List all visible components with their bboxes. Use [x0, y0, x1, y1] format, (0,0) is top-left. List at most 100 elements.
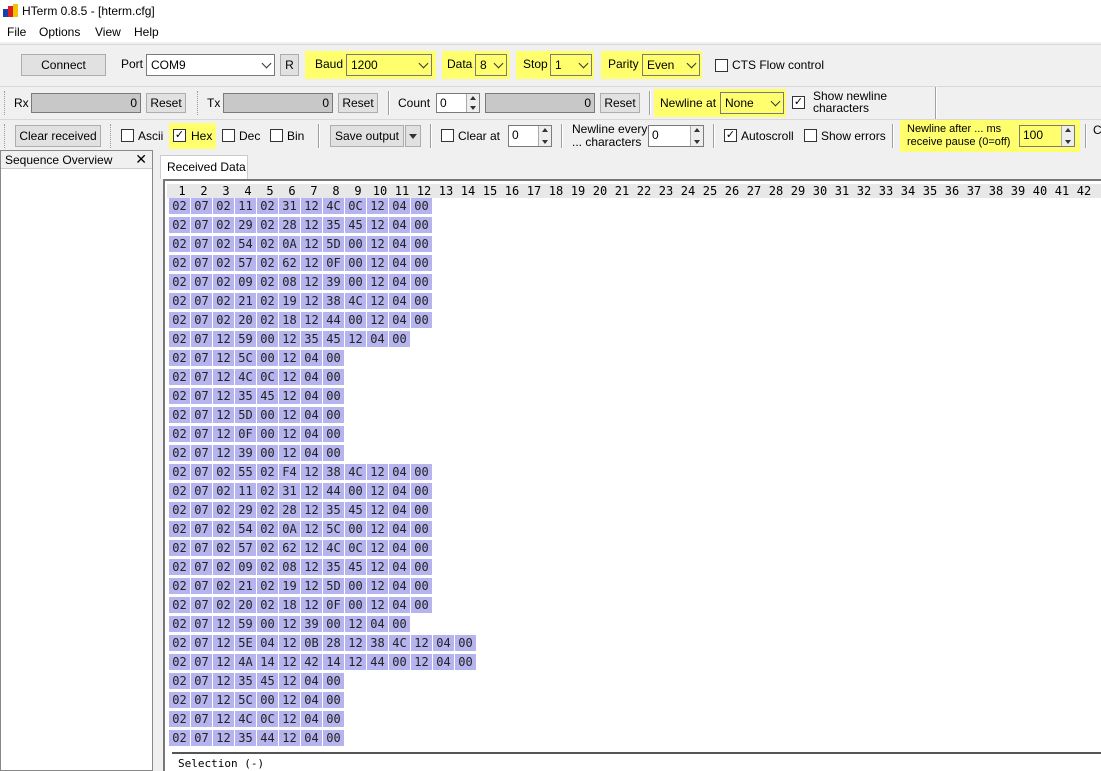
byte-cell[interactable]: 02 — [169, 445, 190, 461]
byte-cell[interactable]: 02 — [257, 483, 278, 499]
byte-cell[interactable]: 02 — [169, 654, 190, 670]
byte-cell[interactable]: 00 — [323, 407, 344, 423]
byte-cell[interactable]: 0C — [345, 198, 366, 214]
byte-cell[interactable]: 00 — [345, 578, 366, 594]
byte-cell[interactable]: 00 — [411, 483, 432, 499]
byte-cell[interactable]: 59 — [235, 616, 256, 632]
byte-cell[interactable]: 12 — [345, 635, 366, 651]
byte-cell[interactable]: 04 — [257, 635, 278, 651]
byte-cell[interactable]: 00 — [389, 331, 410, 347]
byte-cell[interactable]: 00 — [411, 198, 432, 214]
byte-cell[interactable]: 07 — [191, 426, 212, 442]
byte-cell[interactable]: 5C — [235, 350, 256, 366]
byte-cell[interactable]: 04 — [367, 331, 388, 347]
byte-cell[interactable]: 12 — [213, 331, 234, 347]
data-bits-select[interactable]: 8 — [475, 54, 507, 76]
byte-cell[interactable]: 5D — [323, 236, 344, 252]
byte-cell[interactable]: 4C — [323, 540, 344, 556]
byte-cell[interactable]: 4C — [323, 198, 344, 214]
byte-cell[interactable]: 0B — [301, 635, 322, 651]
byte-cell[interactable]: 12 — [367, 540, 388, 556]
byte-cell[interactable]: 12 — [279, 388, 300, 404]
toolbar-grip[interactable] — [4, 91, 7, 115]
byte-cell[interactable]: 04 — [389, 540, 410, 556]
byte-cell[interactable]: 04 — [389, 293, 410, 309]
byte-cell[interactable]: 12 — [213, 711, 234, 727]
rx-reset-button[interactable]: Reset — [146, 93, 186, 113]
byte-cell[interactable]: 12 — [213, 692, 234, 708]
byte-cell[interactable]: 00 — [345, 312, 366, 328]
byte-cell[interactable]: 04 — [301, 369, 322, 385]
byte-cell[interactable]: 07 — [191, 198, 212, 214]
byte-cell[interactable]: 04 — [389, 597, 410, 613]
byte-cell[interactable]: 00 — [411, 597, 432, 613]
byte-cell[interactable]: 12 — [301, 521, 322, 537]
cts-checkbox[interactable] — [715, 59, 728, 72]
byte-cell[interactable]: 4C — [345, 293, 366, 309]
byte-cell[interactable]: 00 — [257, 445, 278, 461]
byte-cell[interactable]: 04 — [301, 350, 322, 366]
byte-cell[interactable]: 35 — [323, 217, 344, 233]
byte-cell[interactable]: 02 — [169, 578, 190, 594]
byte-cell[interactable]: 02 — [169, 483, 190, 499]
byte-cell[interactable]: 00 — [411, 578, 432, 594]
dec-checkbox[interactable] — [222, 129, 235, 142]
byte-cell[interactable]: 12 — [279, 692, 300, 708]
bin-checkbox[interactable] — [270, 129, 283, 142]
byte-cell[interactable]: 00 — [323, 616, 344, 632]
byte-cell[interactable]: 12 — [367, 274, 388, 290]
byte-cell[interactable]: 0C — [345, 540, 366, 556]
byte-cell[interactable]: 00 — [411, 521, 432, 537]
close-icon[interactable]: ✕ — [135, 151, 147, 168]
byte-cell[interactable]: 00 — [411, 217, 432, 233]
byte-cell[interactable]: 08 — [279, 559, 300, 575]
byte-cell[interactable]: 04 — [301, 673, 322, 689]
byte-cell[interactable]: 4C — [389, 635, 410, 651]
byte-cell[interactable]: 12 — [301, 464, 322, 480]
byte-cell[interactable]: 07 — [191, 217, 212, 233]
byte-cell[interactable]: 29 — [235, 217, 256, 233]
byte-cell[interactable]: 45 — [345, 502, 366, 518]
byte-cell[interactable]: 35 — [301, 331, 322, 347]
toolbar-grip[interactable] — [197, 91, 200, 115]
byte-cell[interactable]: 57 — [235, 540, 256, 556]
byte-cell[interactable]: 00 — [345, 236, 366, 252]
byte-cell[interactable]: 12 — [367, 521, 388, 537]
byte-cell[interactable]: 02 — [257, 236, 278, 252]
byte-cell[interactable]: 35 — [235, 388, 256, 404]
byte-cell[interactable]: 45 — [257, 388, 278, 404]
byte-cell[interactable]: 54 — [235, 236, 256, 252]
show-newline-checkbox[interactable]: ✓ — [792, 96, 805, 109]
byte-cell[interactable]: 38 — [323, 293, 344, 309]
byte-cell[interactable]: 02 — [169, 635, 190, 651]
byte-cell[interactable]: 07 — [191, 255, 212, 271]
newline-at-select[interactable]: None — [720, 92, 784, 114]
byte-cell[interactable]: 00 — [411, 255, 432, 271]
byte-cell[interactable]: 02 — [213, 198, 234, 214]
byte-cell[interactable]: 12 — [345, 616, 366, 632]
byte-cell[interactable]: 12 — [301, 217, 322, 233]
menu-file[interactable]: File — [7, 25, 26, 39]
byte-cell[interactable]: 12 — [345, 654, 366, 670]
byte-cell[interactable]: 12 — [301, 255, 322, 271]
byte-cell[interactable]: 00 — [323, 692, 344, 708]
byte-cell[interactable]: 5D — [323, 578, 344, 594]
byte-cell[interactable]: 07 — [191, 445, 212, 461]
byte-cell[interactable]: 12 — [301, 236, 322, 252]
byte-cell[interactable]: 04 — [433, 635, 454, 651]
byte-cell[interactable]: 4C — [235, 711, 256, 727]
byte-cell[interactable]: 02 — [213, 293, 234, 309]
byte-cell[interactable]: 04 — [389, 198, 410, 214]
byte-cell[interactable]: 07 — [191, 559, 212, 575]
byte-cell[interactable]: 08 — [279, 274, 300, 290]
byte-cell[interactable]: 00 — [323, 426, 344, 442]
clear-received-button[interactable]: Clear received — [15, 125, 101, 147]
byte-cell[interactable]: 02 — [257, 198, 278, 214]
byte-cell[interactable]: 07 — [191, 483, 212, 499]
byte-cell[interactable]: 00 — [257, 331, 278, 347]
byte-cell[interactable]: 02 — [213, 464, 234, 480]
byte-cell[interactable]: 00 — [323, 673, 344, 689]
byte-cell[interactable]: 28 — [279, 502, 300, 518]
byte-cell[interactable]: 11 — [235, 198, 256, 214]
byte-cell[interactable]: 04 — [389, 255, 410, 271]
